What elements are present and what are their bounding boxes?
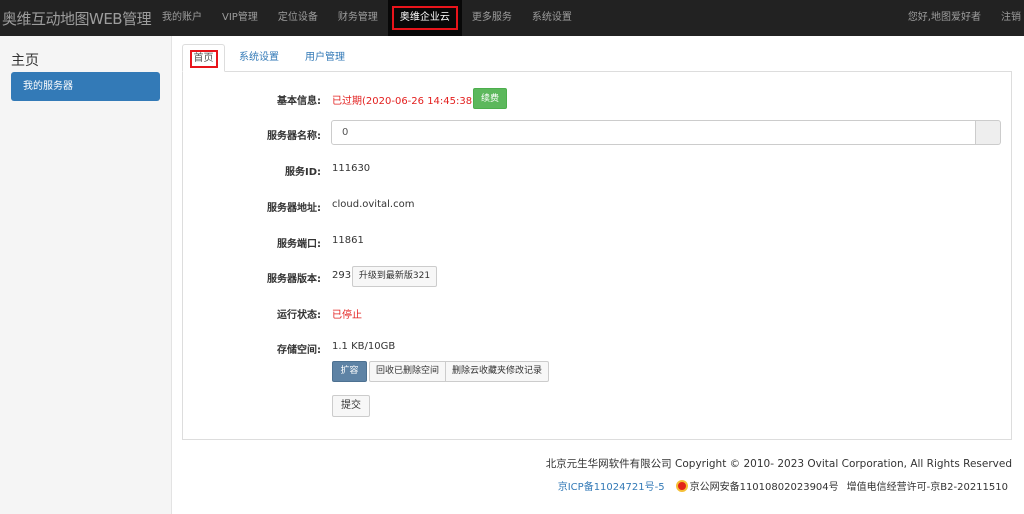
basic-info-label: 基本信息: bbox=[277, 96, 321, 107]
server-port-value: 11861 bbox=[332, 235, 364, 246]
icp-link[interactable]: 京ICP备11024721号-5 bbox=[558, 478, 665, 493]
footer-copyright: 北京元生华网软件有限公司 Copyright © 2010- 2023 Ovit… bbox=[545, 458, 1012, 470]
basic-info-value: 已过期(2020-06-26 14:45:38) bbox=[332, 96, 477, 107]
nav-vip-manage[interactable]: VIP管理 bbox=[212, 0, 268, 36]
expand-storage-button[interactable]: 扩容 bbox=[332, 361, 367, 382]
nav-system-settings[interactable]: 系统设置 bbox=[522, 0, 582, 36]
nav-enterprise-cloud-label: 奥维企业云 bbox=[391, 6, 458, 30]
nav-finance[interactable]: 财务管理 bbox=[328, 0, 388, 36]
main-nav: 我的账户 VIP管理 定位设备 财务管理 奥维企业云 更多服务 系统设置 bbox=[152, 0, 582, 36]
server-id-value: 111630 bbox=[332, 163, 371, 174]
tab-bar: 首页 系统设置 用户管理 bbox=[182, 44, 1012, 72]
run-status-value: 已停止 bbox=[332, 310, 362, 321]
user-greeting[interactable]: 您好,地图爱好者 bbox=[898, 0, 993, 36]
tab-home-label: 首页 bbox=[189, 50, 218, 68]
telecom-license-text: 增值电信经营许可-京B2-20211510 bbox=[846, 482, 1008, 493]
server-version-value: 293 bbox=[332, 270, 352, 281]
nav-more-services[interactable]: 更多服务 bbox=[462, 0, 522, 36]
renew-button[interactable]: 续费 bbox=[473, 88, 507, 109]
police-badge-icon bbox=[675, 479, 688, 492]
server-port-label: 服务端口: bbox=[277, 239, 321, 250]
submit-button[interactable]: 提交 bbox=[332, 395, 370, 417]
sidebar: 主页 我的服务器 bbox=[0, 36, 172, 514]
server-address-label: 服务器地址: bbox=[267, 203, 321, 214]
server-name-input[interactable]: 0 bbox=[331, 120, 976, 145]
server-version-label: 服务器版本: bbox=[267, 274, 321, 285]
recycle-space-button[interactable]: 回收已删除空间 bbox=[369, 361, 446, 382]
nav-right: 您好,地图爱好者 注销 bbox=[898, 0, 1024, 36]
server-name-addon-button[interactable] bbox=[976, 120, 1001, 145]
footer-links: 京ICP备11024721号-5 京公网安备11010802023904号 增值… bbox=[558, 478, 1008, 493]
nav-my-account[interactable]: 我的账户 bbox=[152, 0, 212, 36]
nav-enterprise-cloud[interactable]: 奥维企业云 bbox=[387, 0, 462, 36]
brand-title[interactable]: 奥维互动地图WEB管理 bbox=[0, 8, 152, 29]
sidebar-item-my-server[interactable]: 我的服务器 bbox=[11, 72, 160, 101]
police-record-link[interactable]: 京公网安备11010802023904号 bbox=[690, 478, 839, 493]
server-address-value: cloud.ovital.com bbox=[332, 199, 415, 210]
server-id-label: 服务ID: bbox=[284, 167, 321, 178]
nav-location-device[interactable]: 定位设备 bbox=[268, 0, 328, 36]
delete-favorites-log-button[interactable]: 删除云收藏夹修改记录 bbox=[445, 361, 549, 382]
storage-value: 1.1 KB/10GB bbox=[332, 341, 396, 352]
sidebar-title: 主页 bbox=[11, 53, 39, 69]
tab-user-management[interactable]: 用户管理 bbox=[305, 44, 345, 72]
storage-label: 存储空间: bbox=[277, 345, 321, 356]
logout-link[interactable]: 注销 bbox=[993, 0, 1024, 36]
upgrade-button[interactable]: 升级到最新版321 bbox=[352, 266, 437, 287]
tab-home[interactable]: 首页 bbox=[182, 44, 225, 72]
tab-system-settings[interactable]: 系统设置 bbox=[239, 44, 279, 72]
server-name-label: 服务器名称: bbox=[267, 131, 321, 142]
top-navbar: 奥维互动地图WEB管理 我的账户 VIP管理 定位设备 财务管理 奥维企业云 更… bbox=[0, 0, 1024, 36]
run-status-label: 运行状态: bbox=[277, 310, 321, 321]
